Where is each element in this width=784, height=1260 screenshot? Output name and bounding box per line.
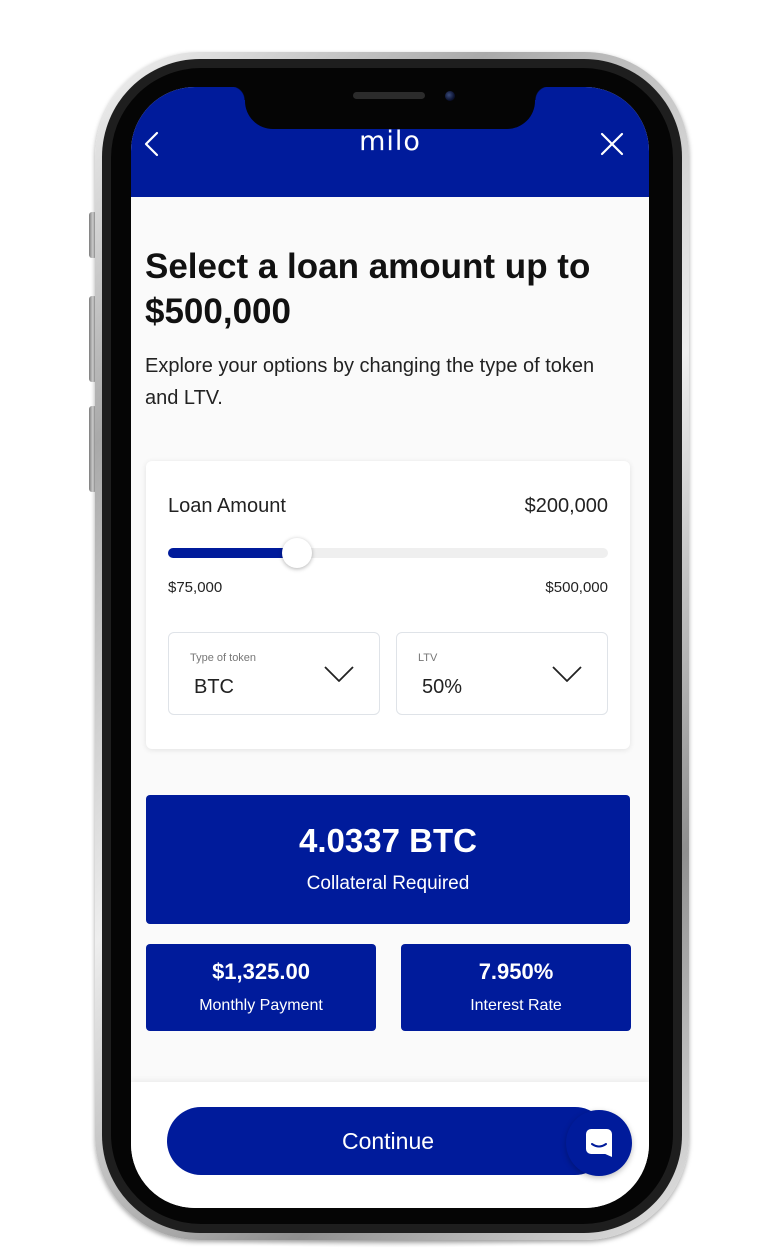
- slider-thumb[interactable]: [282, 538, 313, 568]
- chat-button[interactable]: [566, 1110, 632, 1176]
- collateral-panel: 4.0337 BTC Collateral Required: [146, 795, 630, 924]
- loan-amount-card: Loan Amount $200,000 $75,000 $500,000 Ty…: [146, 461, 630, 749]
- collateral-value: 4.0337 BTC: [299, 822, 477, 859]
- interest-rate-value: 7.950%: [478, 959, 554, 984]
- page-title: Select a loan amount up to $500,000: [145, 247, 591, 331]
- collateral-label: Collateral Required: [306, 873, 470, 894]
- monthly-payment-value: $1,325.00: [212, 959, 310, 984]
- token-type-select[interactable]: Type of token BTC: [168, 632, 380, 715]
- loan-amount-value: $200,000: [524, 495, 608, 517]
- interest-rate-label: Interest Rate: [470, 997, 562, 1014]
- chevron-down-icon: [323, 665, 355, 688]
- camera-icon: [445, 91, 455, 101]
- slider-fill: [168, 548, 298, 558]
- loan-amount-slider[interactable]: [168, 538, 608, 568]
- ltv-label: LTV: [418, 652, 438, 664]
- footer-bar: Continue: [131, 1082, 649, 1208]
- slider-min-label: $75,000: [168, 579, 223, 596]
- continue-button[interactable]: Continue: [167, 1107, 609, 1175]
- interest-rate-panel: 7.950% Interest Rate: [401, 944, 631, 1031]
- ltv-select[interactable]: LTV 50%: [396, 632, 608, 715]
- token-type-label: Type of token: [190, 652, 257, 664]
- chevron-down-icon: [551, 665, 583, 688]
- brand-logo: milo: [359, 126, 421, 157]
- ltv-value: 50%: [422, 676, 463, 698]
- speaker-grille: [353, 92, 425, 99]
- page-subtitle: Explore your options by changing the typ…: [145, 355, 595, 409]
- token-type-value: BTC: [194, 676, 234, 698]
- phone-screen: milo Select a loan amount up to $500,000…: [131, 87, 649, 1208]
- slider-max-label: $500,000: [545, 579, 608, 596]
- close-icon[interactable]: [599, 131, 625, 162]
- chat-icon: [585, 1128, 613, 1163]
- loan-amount-label: Loan Amount: [168, 495, 286, 517]
- monthly-payment-panel: $1,325.00 Monthly Payment: [146, 944, 376, 1031]
- monthly-payment-label: Monthly Payment: [199, 997, 323, 1014]
- phone-notch: [231, 86, 549, 129]
